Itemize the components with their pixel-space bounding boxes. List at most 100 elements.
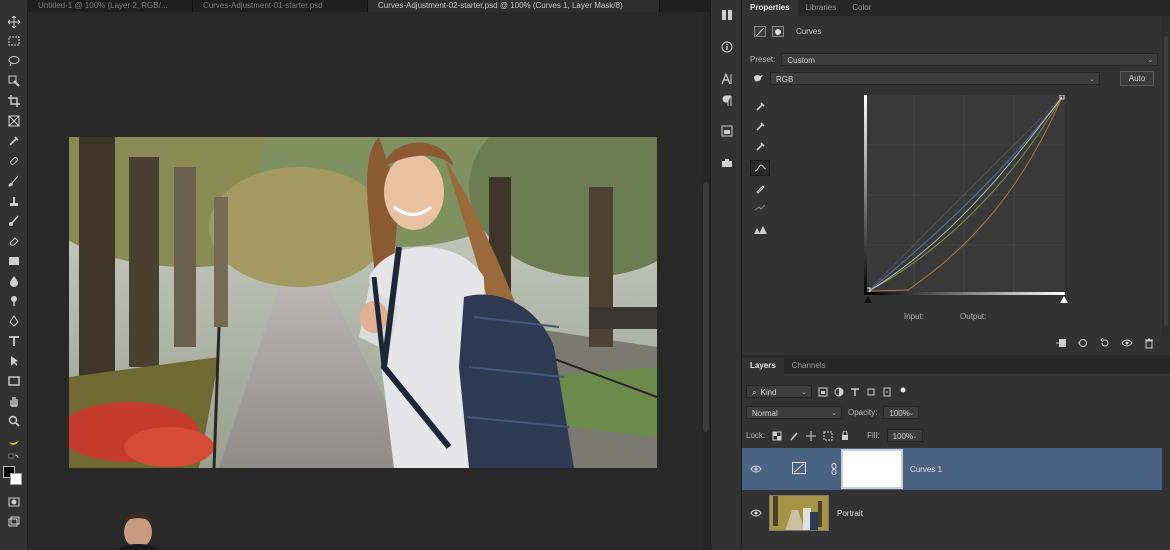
quick-mask-icon[interactable] <box>6 494 22 510</box>
crop-tool-icon[interactable] <box>6 93 22 109</box>
shape-layer-filter-icon[interactable] <box>866 387 876 397</box>
layer-row-portrait[interactable]: Portrait <box>742 492 1162 534</box>
screen-mode-icon[interactable] <box>6 514 22 530</box>
delete-trash-icon[interactable] <box>1142 337 1156 349</box>
layer-visibility-eye-icon[interactable] <box>750 464 762 474</box>
paragraph-panel-icon[interactable] <box>720 94 734 108</box>
properties-scrollbar[interactable] <box>1162 16 1170 336</box>
input-label: Input: <box>904 312 925 321</box>
layers-panel-tabs: Layers Channels <box>742 358 1170 374</box>
filter-toggle-icon[interactable] <box>898 387 908 397</box>
doc-tab-untitled[interactable]: Untitled-1 @ 100% (Layer 2, RGB/... <box>28 0 193 12</box>
blend-row: Normal ⌄ Opacity: 100% ⌄ <box>746 406 920 419</box>
view-previous-state-icon[interactable] <box>1076 337 1090 349</box>
mask-link-icon[interactable] <box>831 463 837 477</box>
black-point-slider-icon[interactable] <box>864 296 872 303</box>
layer-filter-dropdown[interactable]: ⌕ Kind ⌄ <box>746 385 812 398</box>
curves-adjustment-icon[interactable] <box>754 26 766 37</box>
zoom-tool-icon[interactable] <box>6 413 22 429</box>
tab-layers[interactable]: Layers <box>742 358 784 374</box>
libraries-panel-icon[interactable] <box>720 124 734 138</box>
smooth-curve-icon[interactable] <box>750 200 770 216</box>
photoshop-window: Untitled-1 @ 100% (Layer 2, RGB/... Curv… <box>0 0 1170 550</box>
layer-name-curves[interactable]: Curves 1 <box>910 465 942 474</box>
type-layer-filter-icon[interactable] <box>850 387 860 397</box>
reset-icon[interactable] <box>1098 337 1112 349</box>
brush-tool-icon[interactable] <box>6 173 22 189</box>
scrollbar-thumb[interactable] <box>703 182 709 432</box>
tab-libraries[interactable]: Libraries <box>798 0 845 16</box>
dodge-tool-icon[interactable] <box>6 293 22 309</box>
blend-mode-dropdown[interactable]: Normal ⌄ <box>746 406 842 419</box>
channel-dropdown[interactable]: RGB ⌄ <box>770 72 1100 85</box>
auto-button[interactable]: Auto <box>1120 71 1154 86</box>
marquee-tool-icon[interactable] <box>6 33 22 49</box>
type-tool-icon[interactable] <box>6 333 22 349</box>
channel-row: RGB ⌄ <box>752 72 1100 85</box>
layer-row-curves[interactable]: Curves 1 <box>742 448 1162 490</box>
eyedropper-tool-icon[interactable] <box>6 133 22 149</box>
lock-all-icon[interactable] <box>840 430 850 441</box>
frame-tool-icon[interactable] <box>6 113 22 129</box>
draw-curve-pencil-icon[interactable] <box>750 180 770 196</box>
tool-presets-panel-icon[interactable] <box>720 156 734 170</box>
doc-tab-curves-01[interactable]: Curves-Adjustment-01-starter.psd <box>193 0 368 12</box>
healing-brush-tool-icon[interactable] <box>6 153 22 169</box>
gray-point-eyedropper-icon[interactable] <box>750 118 770 134</box>
visibility-eye-icon[interactable] <box>1120 337 1134 349</box>
character-panel-icon[interactable] <box>720 72 734 86</box>
object-selection-tool-icon[interactable] <box>6 73 22 89</box>
black-point-eyedropper-icon[interactable] <box>750 98 770 114</box>
path-selection-tool-icon[interactable] <box>6 353 22 369</box>
opacity-field[interactable]: 100% ⌄ <box>883 406 920 419</box>
artboard-autonest-icon[interactable] <box>823 431 833 441</box>
portrait-layer-thumbnail[interactable] <box>769 495 829 531</box>
document-canvas-photo[interactable] <box>69 137 657 468</box>
pen-tool-icon[interactable] <box>6 313 22 329</box>
default-colors-icon[interactable] <box>6 451 22 467</box>
white-point-eyedropper-icon[interactable] <box>750 138 770 154</box>
info-panel-icon[interactable] <box>720 40 734 54</box>
hand-tool-icon[interactable] <box>6 393 22 409</box>
canvas-vertical-scrollbar[interactable] <box>702 12 710 550</box>
edit-points-curve-icon[interactable] <box>750 160 770 176</box>
clipping-warning-icon[interactable] <box>750 222 770 238</box>
input-gradient-bar <box>867 292 1065 295</box>
clip-to-layer-icon[interactable] <box>1054 337 1068 349</box>
layer-name-portrait[interactable]: Portrait <box>837 509 863 518</box>
preset-dropdown[interactable]: Custom ⌄ <box>781 53 1159 66</box>
smart-object-filter-icon[interactable] <box>882 387 892 397</box>
layer-visibility-eye-icon[interactable] <box>750 508 762 518</box>
lock-position-icon[interactable] <box>806 430 817 441</box>
eraser-tool-icon[interactable] <box>6 233 22 249</box>
gradient-tool-icon[interactable] <box>6 253 22 269</box>
fill-field[interactable]: 100% ⌄ <box>886 429 923 442</box>
properties-footer <box>1054 337 1156 349</box>
layer-mask-icon[interactable] <box>772 26 784 37</box>
pixel-layer-filter-icon[interactable] <box>818 387 828 397</box>
adjustment-layer-filter-icon[interactable] <box>834 387 844 397</box>
filter-value: Kind <box>760 388 777 397</box>
fill-value: 100% <box>892 432 914 441</box>
tab-properties[interactable]: Properties <box>742 0 798 16</box>
lock-transparent-pixels-icon[interactable] <box>772 431 782 441</box>
target-adjustment-hand-icon[interactable] <box>752 72 764 86</box>
preset-label: Preset: <box>750 55 776 64</box>
layer-mask-thumbnail[interactable] <box>841 449 903 489</box>
white-point-slider-icon[interactable] <box>1060 296 1068 303</box>
properties-panel-tabs: Properties Libraries Color <box>742 0 1170 16</box>
tab-channels[interactable]: Channels <box>784 358 834 374</box>
doc-tab-curves-02[interactable]: Curves-Adjustment-02-starter.psd @ 100% … <box>368 0 660 12</box>
blur-tool-icon[interactable] <box>6 273 22 289</box>
move-tool-icon[interactable] <box>6 14 22 30</box>
edit-toolbar-icon[interactable] <box>6 433 22 449</box>
curves-graph[interactable] <box>864 94 1065 295</box>
history-panel-icon[interactable] <box>720 8 734 22</box>
background-color-swatch[interactable] <box>10 473 22 485</box>
history-brush-tool-icon[interactable] <box>6 213 22 229</box>
lasso-tool-icon[interactable] <box>6 53 22 69</box>
clone-stamp-tool-icon[interactable] <box>6 193 22 209</box>
lock-image-pixels-icon[interactable] <box>789 431 799 441</box>
tab-color[interactable]: Color <box>844 0 879 16</box>
rectangle-tool-icon[interactable] <box>6 373 22 389</box>
